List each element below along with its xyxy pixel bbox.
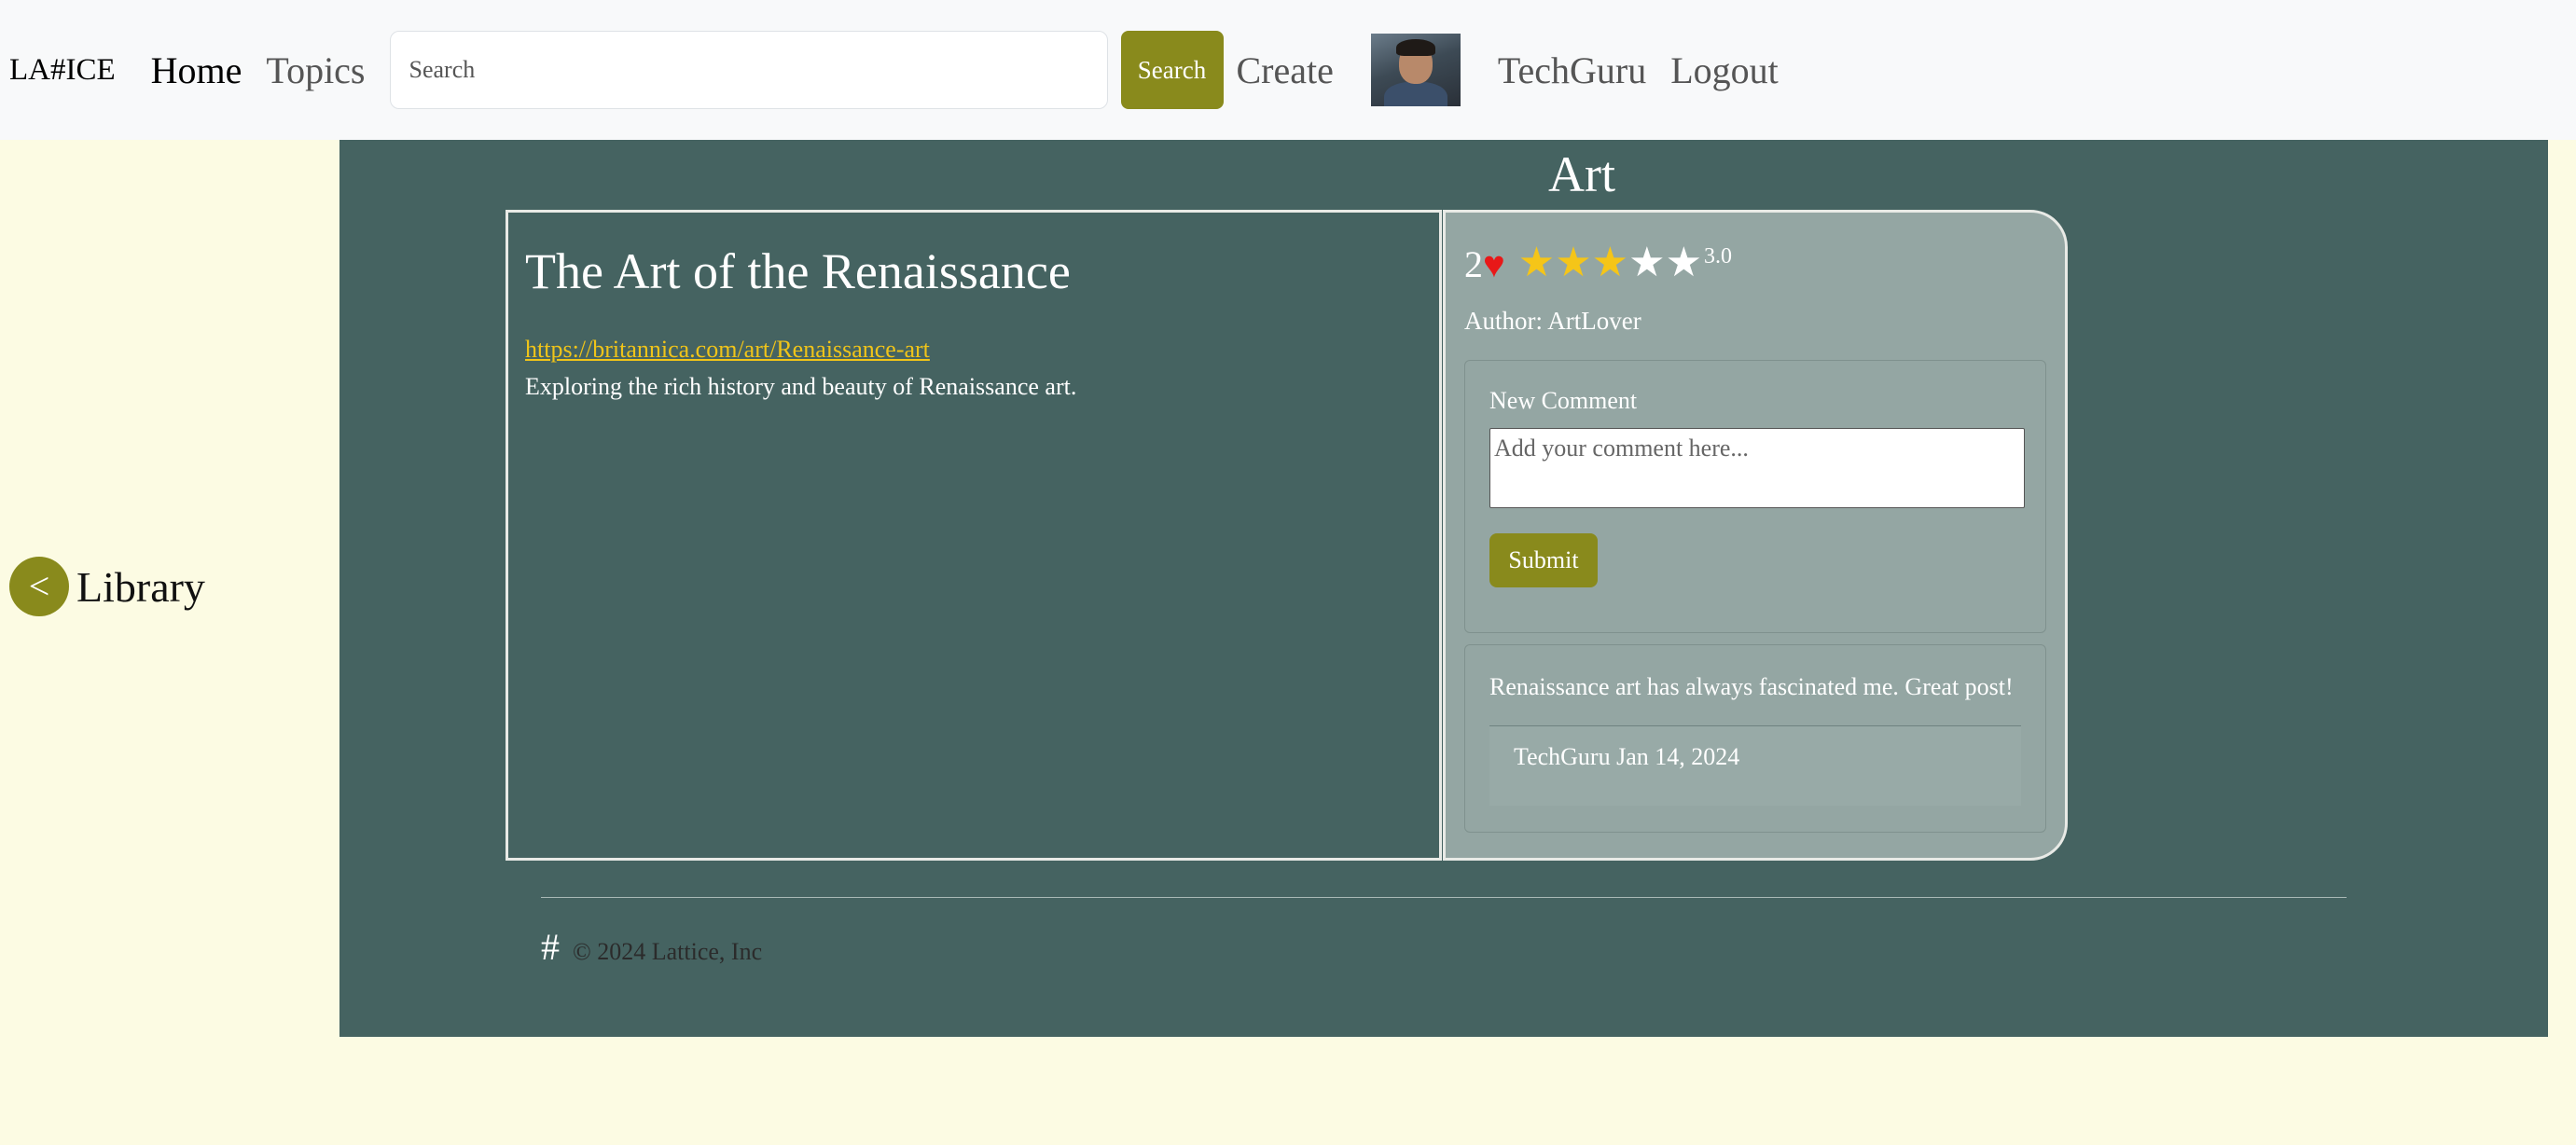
post-link[interactable]: https://britannica.com/art/Renaissance-a… — [525, 336, 1422, 364]
nav-logout-link[interactable]: Logout — [1670, 48, 1779, 92]
star-icon[interactable]: ★ — [1518, 240, 1555, 285]
post-sidebar: 2 ♥ ★★★★★ 3.0 Author: ArtLover New Comme… — [1443, 210, 2068, 861]
brand-logo[interactable]: LA#ICE — [9, 53, 116, 88]
post-author: Author: ArtLover — [1464, 307, 1641, 335]
rating-value: 3.0 — [1704, 244, 1733, 269]
topic-title: Art — [1548, 146, 1615, 202]
avatar-hair — [1395, 39, 1435, 56]
nav-topics-link[interactable]: Topics — [266, 48, 365, 92]
footer-divider — [541, 897, 2347, 898]
post-description: Exploring the rich history and beauty of… — [525, 373, 1077, 400]
footer: # © 2024 Lattice, Inc — [541, 925, 762, 969]
heart-icon[interactable]: ♥ — [1483, 242, 1505, 286]
comment-body: Renaissance art has always fascinated me… — [1489, 673, 2014, 700]
avatar-shirt — [1383, 82, 1447, 106]
submit-comment-button[interactable]: Submit — [1489, 533, 1598, 587]
nav-home-link[interactable]: Home — [151, 48, 242, 92]
comment-textarea[interactable] — [1489, 428, 2025, 508]
search-button[interactable]: Search — [1120, 31, 1224, 109]
comment-meta: TechGuru Jan 14, 2024 — [1489, 725, 2021, 806]
star-rating: ★★★★★ — [1518, 242, 1702, 283]
star-icon[interactable]: ★ — [1592, 240, 1628, 285]
search-input[interactable] — [389, 31, 1108, 109]
nav-create-link[interactable]: Create — [1237, 48, 1334, 92]
star-icon[interactable]: ★ — [1666, 240, 1702, 285]
rating-row: 2 ♥ ★★★★★ 3.0 — [1464, 242, 2046, 286]
nav-username-link[interactable]: TechGuru — [1498, 48, 1646, 92]
main-panel: Art The Art of the Renaissance https://b… — [339, 140, 2548, 1037]
library-nav: < Library — [9, 557, 205, 616]
user-avatar[interactable] — [1370, 34, 1461, 106]
copyright-text: © 2024 Lattice, Inc — [573, 938, 763, 965]
new-comment-form: New Comment Submit — [1464, 360, 2046, 633]
top-navbar: LA#ICE Home Topics Search Create TechGur… — [0, 0, 2576, 140]
comment-item: Renaissance art has always fascinated me… — [1464, 644, 2046, 833]
star-icon[interactable]: ★ — [1628, 240, 1665, 285]
post-title: The Art of the Renaissance — [525, 243, 1071, 299]
lattice-hash-icon: # — [541, 926, 560, 968]
star-icon[interactable]: ★ — [1555, 240, 1591, 285]
like-count: 2 — [1464, 243, 1483, 285]
library-label[interactable]: Library — [76, 562, 205, 612]
new-comment-label: New Comment — [1489, 387, 1638, 414]
post-card: The Art of the Renaissance https://brita… — [506, 210, 1442, 861]
back-chevron-icon[interactable]: < — [9, 557, 69, 616]
